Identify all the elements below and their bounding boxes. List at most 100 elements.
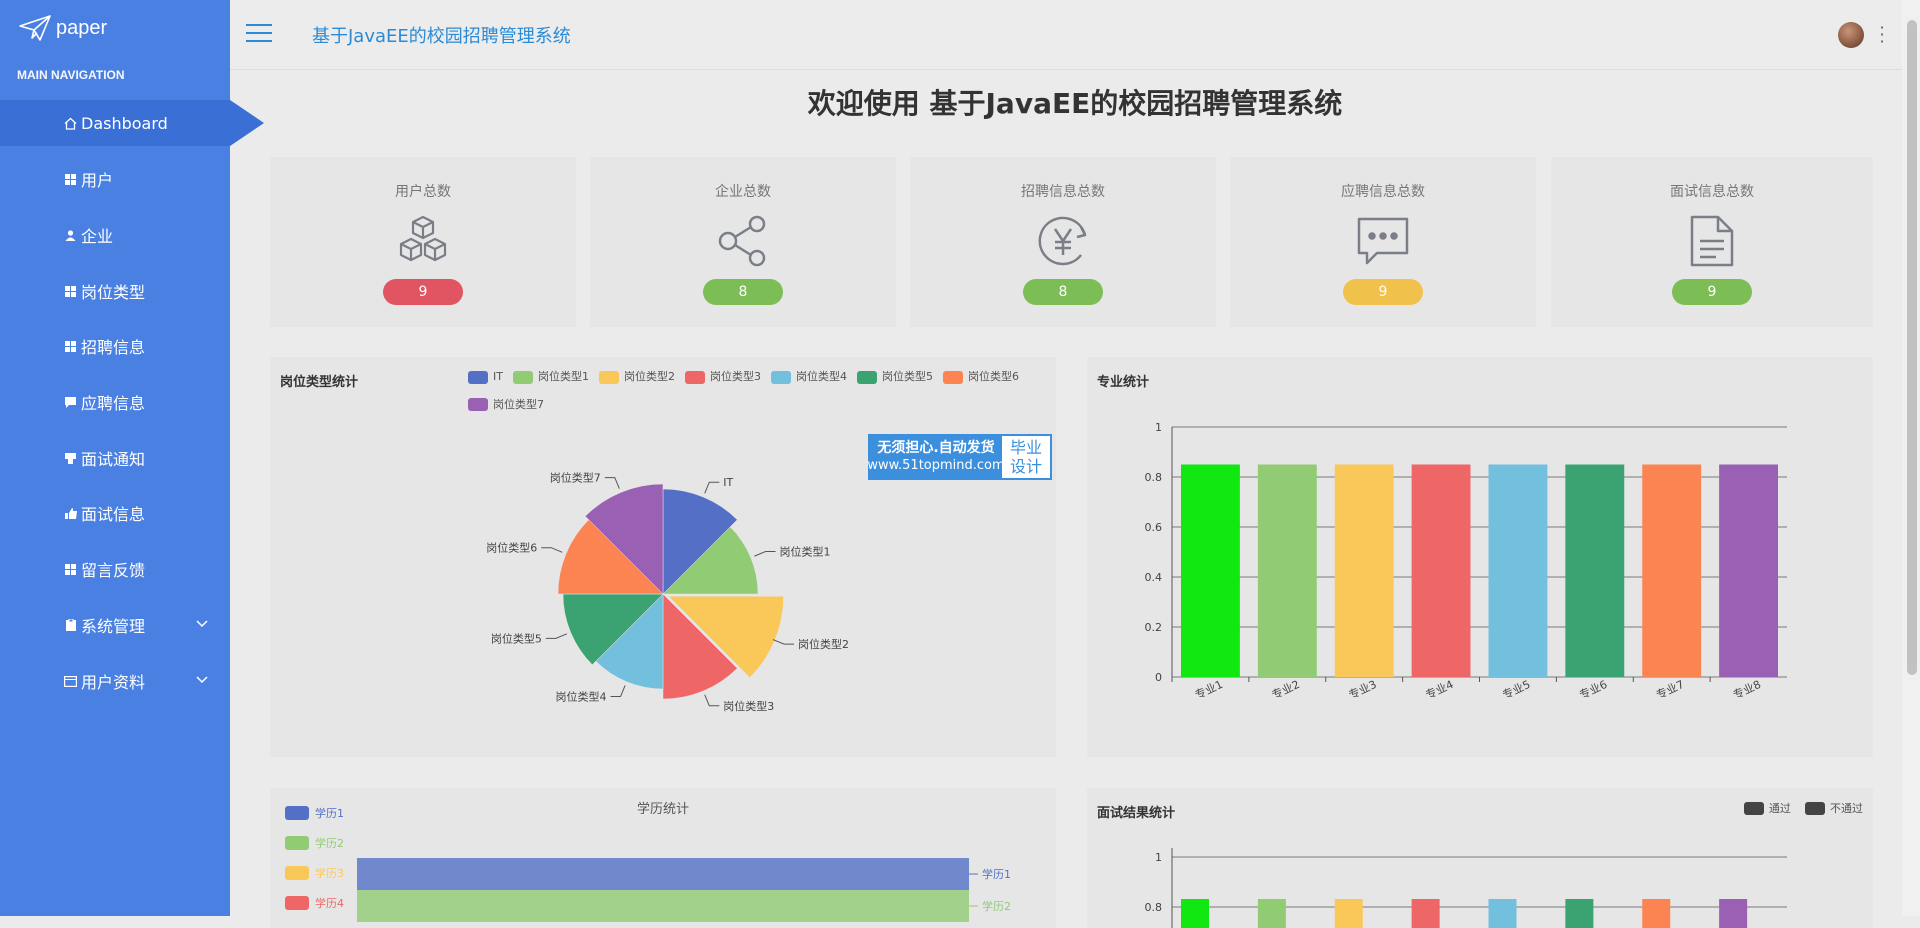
education-chart-panel: 学历统计 学历1 学历2 学历3 学历4 学历1 学历2: [270, 788, 1056, 928]
pie-label-line: [545, 633, 568, 639]
legend-swatch: [285, 866, 309, 880]
watermark-badge[interactable]: 无须担心.自动发货 www.51topmind.com 毕业 设计: [867, 434, 1052, 480]
chevron-down-icon: [196, 672, 208, 688]
major-chart-panel: 专业统计 0 0.2 0.4 0.6 0.8 1 专业1 专业2 专业3 专业4 专业5 专业6 专业7…: [1087, 357, 1873, 757]
legend-swatch: [285, 806, 309, 820]
document-icon: [1684, 213, 1740, 269]
sidebar-item-job-types[interactable]: 岗位类型: [0, 268, 230, 314]
paper-plane-icon: [19, 15, 51, 41]
bar: [357, 890, 969, 922]
y-tick-label: 0: [1155, 671, 1162, 684]
bar: [1257, 899, 1286, 928]
pie-label-line: [772, 639, 795, 645]
yen-icon: [1035, 213, 1091, 269]
x-tick-label: 专业6: [1577, 677, 1609, 702]
watermark-right2: 设计: [1009, 457, 1042, 476]
pie-chart: IT 岗位类型1 岗位类型2 岗位类型3 岗位类型4 岗位类型5 岗位类型6 岗位类型7: [486, 471, 849, 713]
sidebar-item-job-postings[interactable]: 招聘信息: [0, 323, 230, 369]
stat-card-applications: 应聘信息总数 9: [1230, 157, 1536, 327]
x-tick-label: 专业4: [1423, 677, 1455, 702]
x-tick-label: 专业8: [1731, 677, 1763, 702]
sidebar-item-label: Dashboard: [81, 113, 168, 133]
sidebar: paper MAIN NAVIGATION Dashboard 用户 企业 岗位…: [0, 0, 264, 916]
pie-label: 岗位类型2: [798, 637, 849, 651]
avatar[interactable]: [1838, 22, 1864, 48]
stat-card-interviews: 面试信息总数 9: [1551, 157, 1873, 327]
sidebar-item-label: 应聘信息: [81, 394, 146, 413]
legend-label: 学历3: [315, 866, 344, 880]
sidebar-item-companies[interactable]: 企业: [0, 212, 230, 258]
legend-label: 学历1: [315, 806, 344, 820]
sidebar-item-users[interactable]: 用户: [0, 156, 230, 202]
y-tick-label: 0.8: [1145, 901, 1163, 914]
education-chart: 学历1 学历2 学历3 学历4 学历1 学历2: [285, 806, 1011, 922]
home-icon: [64, 117, 77, 130]
pie-label-line: [604, 477, 620, 489]
sidebar-item-user-profile[interactable]: 用户资料: [0, 658, 230, 704]
stat-label: 面试信息总数: [1670, 184, 1754, 200]
bar-label: 学历1: [982, 867, 1011, 881]
stat-label: 应聘信息总数: [1341, 184, 1425, 200]
bar: [1719, 464, 1778, 677]
stat-value-badge: 9: [1343, 279, 1423, 305]
pie-label-line: [754, 551, 776, 557]
grid-icon: [64, 563, 77, 576]
legend-swatch: [285, 896, 309, 910]
sidebar-item-label: 面试信息: [81, 505, 146, 524]
watermark-line1: 无须担心.自动发货: [877, 440, 995, 456]
logo[interactable]: paper: [18, 14, 107, 42]
bar: [1719, 899, 1748, 928]
y-tick-label: 1: [1155, 421, 1162, 434]
stat-card-job-postings: 招聘信息总数 8: [910, 157, 1216, 327]
pie-label: 岗位类型5: [491, 631, 542, 645]
sidebar-item-label: 留言反馈: [81, 561, 146, 580]
app-title: 基于JavaEE的校园招聘管理系统: [312, 26, 571, 47]
share-icon: [715, 213, 771, 269]
pie-label: 岗位类型6: [486, 541, 537, 555]
clipboard-icon: [64, 619, 77, 632]
main-navigation-label: MAIN NAVIGATION: [17, 68, 125, 82]
cubes-icon: [395, 213, 451, 269]
grid-icon: [64, 340, 77, 353]
stat-label: 企业总数: [715, 184, 771, 200]
sidebar-item-dashboard[interactable]: Dashboard: [0, 100, 264, 146]
legend-label: 学历4: [315, 896, 344, 910]
bar: [1181, 899, 1209, 928]
legend-label: 学历2: [315, 836, 344, 850]
stat-value-badge: 9: [383, 279, 463, 305]
sidebar-item-feedback[interactable]: 留言反馈: [0, 546, 230, 592]
stat-value-badge: 8: [1023, 279, 1103, 305]
pie-label: 岗位类型1: [780, 545, 831, 559]
bar: [1334, 899, 1363, 928]
bar: [357, 858, 969, 890]
watermark-line2: www.51topmind.com: [867, 458, 1005, 473]
sidebar-item-interview-info[interactable]: 面试信息: [0, 490, 230, 536]
y-tick-label: 1: [1155, 851, 1162, 864]
welcome-heading: 欢迎使用 基于JavaEE的校园招聘管理系统: [807, 87, 1343, 120]
x-tick-label: 专业7: [1654, 677, 1686, 702]
sidebar-item-applications[interactable]: 应聘信息: [0, 379, 230, 425]
sidebar-item-label: 招聘信息: [81, 338, 146, 357]
bar: [1257, 464, 1317, 677]
x-tick-label: 专业1: [1193, 677, 1225, 702]
pie-label-line: [541, 547, 563, 553]
more-options-icon[interactable]: · · ·: [1878, 20, 1886, 50]
sidebar-item-interview-notice[interactable]: 面试通知: [0, 435, 230, 481]
job-type-chart-panel: 岗位类型统计 IT 岗位类型1 岗位类型2 岗位类型3 岗位类型4 岗位类型5 岗位类型6 岗…: [270, 357, 1056, 757]
pie-label: IT: [723, 476, 733, 489]
bar: [1488, 899, 1517, 928]
pie-label-line: [704, 481, 720, 494]
bar: [1334, 464, 1394, 677]
sidebar-item-label: 系统管理: [81, 617, 146, 636]
bar: [1181, 464, 1240, 677]
bar: [1488, 464, 1548, 677]
logo-text: paper: [56, 16, 108, 39]
menu-toggle-icon[interactable]: [246, 24, 272, 44]
x-tick-label: 专业5: [1500, 677, 1532, 702]
sidebar-item-system-management[interactable]: 系统管理: [0, 602, 230, 648]
watermark-right1: 毕业: [1009, 438, 1042, 457]
page-scrollbar[interactable]: [1902, 0, 1920, 916]
pie-label: 岗位类型3: [723, 699, 774, 713]
stat-card-companies: 企业总数 8: [590, 157, 896, 327]
bar-chart: 0 0.2 0.4 0.6 0.8 1 专业1 专业2 专业3 专业4 专业5 专业6 专业7 专业8: [1145, 421, 1787, 702]
